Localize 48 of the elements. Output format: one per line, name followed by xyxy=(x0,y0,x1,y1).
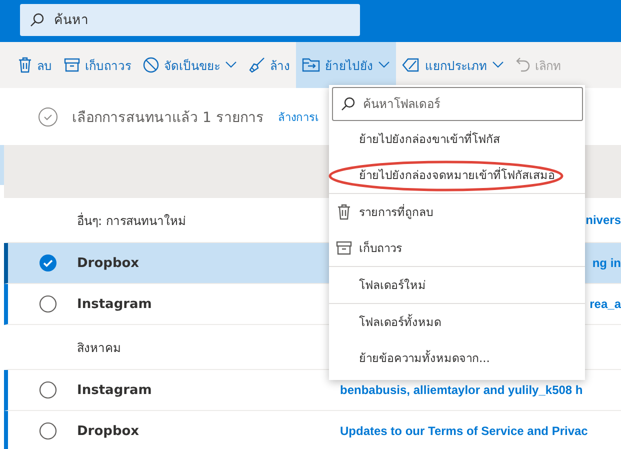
sender-name: Dropbox xyxy=(77,256,140,270)
group-header: สิงหาคม xyxy=(77,340,122,356)
trash-icon xyxy=(18,57,32,73)
sender-name: Instagram xyxy=(77,296,153,312)
toolbar-button[interactable]: ลบ xyxy=(12,42,58,88)
chevron-down-icon xyxy=(378,61,390,69)
message-subject: benbabusis, alliemtaylor and yulily_k508 h xyxy=(340,383,583,397)
chevron-down-icon xyxy=(225,61,237,69)
toolbar-button[interactable]: แยกประเภท xyxy=(396,42,510,88)
trash-icon xyxy=(337,204,351,220)
folder-search-field[interactable]: ค้นหาโฟลเดอร์ xyxy=(332,87,583,121)
menu-item[interactable]: รายการที่ถูกลบ xyxy=(329,193,585,230)
message-row[interactable]: Dropbox Updates to our Terms of Service and Privac xyxy=(4,411,621,449)
broom-icon xyxy=(249,57,265,73)
menu-item[interactable]: ย้ายไปยังกล่องขาเข้าที่โฟกัส xyxy=(329,121,585,157)
nav-highlight xyxy=(0,145,4,185)
toolbar-button[interactable]: เก็บถาวร xyxy=(58,42,137,88)
search-input[interactable]: ค้นหา xyxy=(52,12,350,28)
group-header: อื่นๆ: การสนทนาใหม่ xyxy=(77,212,187,230)
chevron-down-icon xyxy=(492,61,504,69)
tag-icon xyxy=(402,58,420,72)
sender-name: Instagram xyxy=(77,382,153,398)
clear-selection-link[interactable]: ล้างการเ xyxy=(278,108,319,126)
menu-item[interactable]: ย้ายไปยังกล่องจดหมายเข้าที่โฟกัสเสมอ xyxy=(329,157,585,193)
radio-circle-icon[interactable] xyxy=(38,422,56,440)
search-field[interactable]: ค้นหา xyxy=(20,4,360,36)
archive-box-icon xyxy=(64,58,80,72)
check-circle-icon[interactable] xyxy=(38,106,58,126)
undo-icon xyxy=(516,57,530,73)
search-icon xyxy=(30,13,44,27)
toolbar-button[interactable]: จัดเป็นขยะ xyxy=(137,42,243,88)
message-subject: Updates to our Terms of Service and Privac xyxy=(340,424,588,438)
menu-item[interactable]: โฟลเดอร์ทั้งหมด xyxy=(329,303,585,340)
message-subject: nivers xyxy=(586,213,621,227)
search-icon xyxy=(341,97,355,111)
selection-count: เลือกการสนทนาแล้ว 1 รายการ xyxy=(72,108,264,128)
checked-circle-icon[interactable] xyxy=(38,254,56,272)
toolbar-button[interactable]: ย้ายไปยัง xyxy=(296,42,396,88)
folder-arrow-icon xyxy=(302,58,320,72)
block-icon xyxy=(143,57,159,73)
message-subject: ng in xyxy=(592,256,621,270)
menu-item[interactable]: โฟลเดอร์ใหม่ xyxy=(329,266,585,303)
message-subject: rea_a xyxy=(590,297,621,311)
sender-name: Dropbox xyxy=(77,424,140,438)
radio-circle-icon[interactable] xyxy=(38,295,56,313)
radio-circle-icon[interactable] xyxy=(38,381,56,399)
toolbar-button[interactable]: ล้าง xyxy=(243,42,296,88)
archive-box-icon xyxy=(336,241,352,255)
